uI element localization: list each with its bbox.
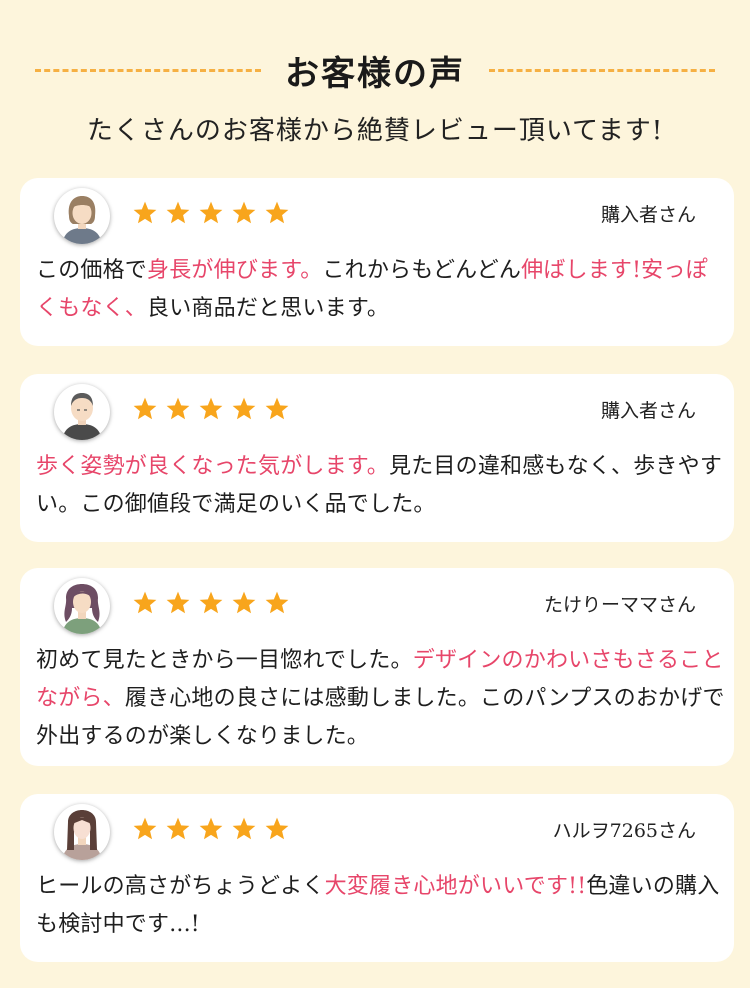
review-text-segment: ヒールの高さがちょうどよく xyxy=(36,874,325,899)
reviewer-name: たけりーママさん xyxy=(543,594,696,616)
star-icon xyxy=(133,591,157,614)
page-subtitle: たくさんのお客様から絶賛レビュー頂いてます! xyxy=(86,116,664,146)
wavy-hair-woman-icon xyxy=(54,578,110,634)
star-icon xyxy=(232,591,256,614)
right-dashed-divider xyxy=(489,68,715,72)
star-icon xyxy=(133,397,157,420)
star-icon xyxy=(166,817,190,840)
star-icon xyxy=(232,817,256,840)
highlighted-text: 身長が伸びます。 xyxy=(147,258,323,283)
star-icon xyxy=(265,591,289,614)
review-card: 購入者さん 歩く姿勢が良くなった気がします。見た目の違和感もなく、歩きやすい。こ… xyxy=(20,374,734,542)
star-icon xyxy=(265,817,289,840)
star-icon xyxy=(265,397,289,420)
star-icon xyxy=(199,201,223,224)
highlighted-text: 大変履き心地がいいです!! xyxy=(324,874,587,899)
bald-man-icon xyxy=(54,384,110,440)
left-dashed-divider xyxy=(35,68,261,72)
star-icon xyxy=(133,201,157,224)
short-hair-woman-icon xyxy=(54,188,110,244)
star-icon xyxy=(166,397,190,420)
star-icon xyxy=(166,201,190,224)
star-icon xyxy=(199,591,223,614)
review-text: 歩く姿勢が良くなった気がします。見た目の違和感もなく、歩きやすい。この御値段で満… xyxy=(36,448,726,524)
review-text-segment: 初めて見たときから一目惚れでした。 xyxy=(36,648,413,673)
star-icon xyxy=(232,201,256,224)
star-icon xyxy=(166,591,190,614)
review-text: ヒールの高さがちょうどよく大変履き心地がいいです!!色違いの購入も検討中です..… xyxy=(36,868,726,944)
review-text-segment: 履き心地の良さには感動しました。このパンプスのおかげで外出するのが楽しくなりまし… xyxy=(36,686,725,749)
reviewer-name: 購入者さん xyxy=(600,204,696,226)
star-icon xyxy=(199,397,223,420)
highlighted-text: 歩く姿勢が良くなった気がします。 xyxy=(36,454,390,479)
star-rating xyxy=(132,590,290,620)
star-icon xyxy=(265,201,289,224)
star-rating xyxy=(132,200,290,230)
review-text: 初めて見たときから一目惚れでした。デザインのかわいさもさることながら、履き心地の… xyxy=(36,642,726,756)
review-text: この価格で身長が伸びます。これからもどんどん伸ばします!安っぽくもなく、良い商品… xyxy=(36,252,726,328)
star-rating xyxy=(132,396,290,426)
review-card: たけりーママさん 初めて見たときから一目惚れでした。デザインのかわいさもさること… xyxy=(20,568,734,766)
page-title: お客様の声 xyxy=(285,53,465,94)
review-card: ハルヲ7265さん ヒールの高さがちょうどよく大変履き心地がいいです!!色違いの… xyxy=(20,794,734,962)
review-text-segment: これからもどんどん xyxy=(322,258,522,283)
long-hair-woman-icon xyxy=(54,804,110,860)
star-rating xyxy=(132,816,290,846)
star-icon xyxy=(232,397,256,420)
section-header: お客様の声 xyxy=(0,44,750,96)
review-card: 購入者さん この価格で身長が伸びます。これからもどんどん伸ばします!安っぽくもな… xyxy=(20,178,734,346)
reviewer-name: ハルヲ7265さん xyxy=(552,820,696,842)
review-text-segment: この価格で xyxy=(36,258,148,283)
star-icon xyxy=(133,817,157,840)
star-icon xyxy=(199,817,223,840)
review-text-segment: 良い商品だと思います。 xyxy=(147,296,390,321)
reviewer-name: 購入者さん xyxy=(600,400,696,422)
